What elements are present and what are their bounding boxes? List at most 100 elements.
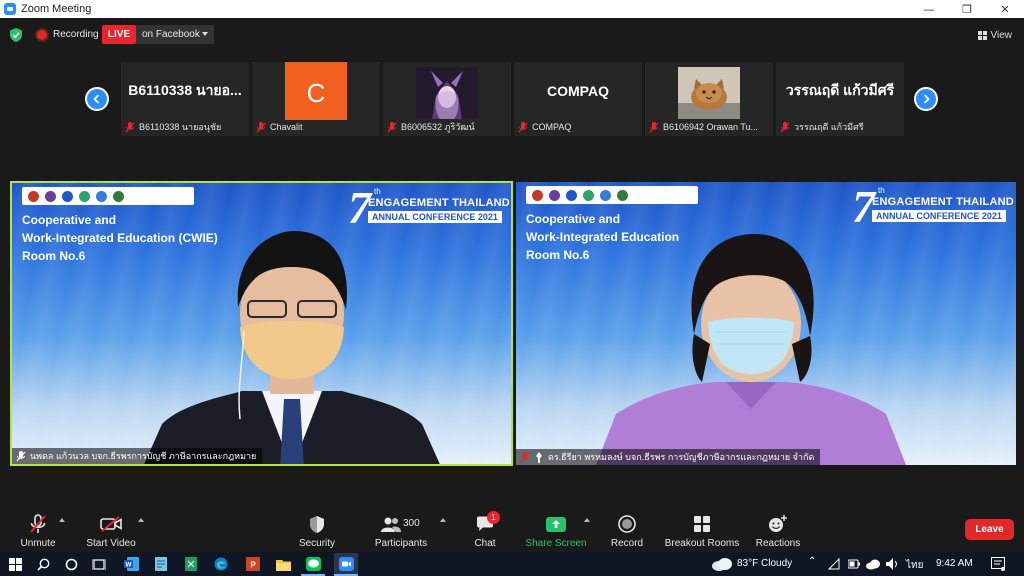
conference-title: ENGAGEMENT THAILAND [872, 196, 1014, 208]
onedrive-cloud-icon[interactable] [866, 558, 880, 570]
powerpoint-icon[interactable]: P [244, 555, 262, 573]
edge-browser-icon[interactable] [212, 555, 230, 573]
share-options-caret-icon[interactable] [584, 518, 590, 522]
notification-center-icon[interactable] [991, 557, 1005, 571]
participant-display: C [252, 62, 380, 120]
notes-app-icon[interactable] [152, 555, 170, 573]
excel-icon[interactable] [182, 555, 200, 573]
participants-button[interactable]: 300 Participants [372, 508, 430, 552]
line-app-icon[interactable] [304, 555, 322, 573]
task-view-icon[interactable] [90, 555, 108, 573]
participant-thumbnail[interactable]: B6106942 Orawan Tu... [645, 62, 773, 136]
mic-muted-icon [16, 450, 26, 461]
view-button[interactable]: View [977, 27, 1012, 43]
participant-thumbnail[interactable]: C Chavalit [252, 62, 380, 136]
participant-label: วรรณฤดี แก้วมีศรี [780, 120, 864, 134]
participant-name: Chavalit [270, 122, 303, 132]
battery-icon[interactable] [848, 559, 860, 569]
live-stream-dropdown[interactable]: on Facebook [136, 25, 214, 44]
grid-icon [977, 30, 987, 40]
participant-label: B6106942 Orawan Tu... [649, 120, 758, 134]
video-off-icon [100, 513, 122, 535]
logo-icon [62, 190, 73, 202]
meeting-toolbar: Unmute Start Video Security 300 Particip… [0, 508, 1024, 552]
shield-icon [306, 513, 328, 535]
smiley-add-icon [767, 513, 789, 535]
participant-label: Chavalit [256, 120, 303, 134]
participant-thumbnail[interactable]: วรรณฤดี แก้วมีศรี วรรณฤดี แก้วมีศรี [776, 62, 904, 136]
windows-start-icon[interactable] [6, 555, 24, 573]
clock-time[interactable]: 9:42 AM [936, 558, 973, 569]
next-page-button[interactable] [914, 87, 938, 111]
search-icon[interactable] [34, 555, 52, 573]
record-button[interactable]: Record [608, 508, 646, 552]
logo-icon [617, 189, 628, 201]
chat-unread-badge: 1 [487, 511, 500, 524]
participant-label: COMPAQ [518, 120, 571, 134]
chat-button[interactable]: 1 Chat [470, 508, 500, 552]
security-button[interactable]: Security [296, 508, 338, 552]
logo-icon [113, 190, 124, 202]
conference-subtitle: ANNUAL CONFERENCE 2021 [872, 210, 1006, 222]
speaker-video [144, 231, 440, 464]
conference-title: ENGAGEMENT THAILAND [368, 197, 510, 209]
reactions-button[interactable]: Reactions [754, 508, 802, 552]
file-explorer-icon[interactable] [274, 555, 292, 573]
weather-text[interactable]: 83°F Cloudy [737, 558, 792, 569]
volume-icon[interactable] [886, 558, 899, 570]
video-tile-active-speaker[interactable]: 7 th ENGAGEMENT THAILAND ANNUAL CONFEREN… [10, 181, 513, 466]
cloud-icon [712, 558, 732, 571]
share-screen-label: Share Screen [525, 538, 587, 549]
breakout-rooms-icon [691, 513, 713, 535]
avatar [416, 67, 478, 119]
conference-number-suffix: th [878, 186, 885, 195]
breakout-rooms-label: Breakout Rooms [664, 538, 740, 549]
start-video-button[interactable]: Start Video [84, 508, 138, 552]
participant-name-bar: ดร.ธีรียา พรหมลงษ์ บจก.ธีรพร การบัญชีภาษ… [516, 449, 821, 465]
stream-target-label: on Facebook [142, 29, 200, 40]
previous-page-button[interactable] [85, 87, 109, 111]
maximize-button[interactable]: ❐ [948, 0, 986, 18]
leave-button[interactable]: Leave [965, 519, 1014, 540]
participant-name: B6110338 นายอนุชัย [139, 122, 222, 132]
breakout-rooms-button[interactable]: Breakout Rooms [664, 508, 740, 552]
participants-options-caret-icon[interactable] [440, 518, 446, 522]
network-icon[interactable] [828, 558, 840, 570]
reactions-label: Reactions [755, 538, 801, 549]
chevron-up-icon[interactable]: ⌃ [808, 556, 816, 567]
video-options-caret-icon[interactable] [138, 518, 144, 522]
shield-check-icon[interactable] [10, 28, 22, 42]
security-label: Security [298, 538, 336, 549]
zoom-taskbar-icon[interactable] [334, 553, 358, 575]
input-language[interactable]: ไทย [906, 558, 923, 573]
recording-label[interactable]: Recording [53, 29, 99, 40]
participant-thumbnail[interactable]: COMPAQ COMPAQ [514, 62, 642, 136]
speaker-name: ดร.ธีรียา พรหมลงษ์ บจก.ธีรพร การบัญชีภาษ… [548, 452, 815, 462]
speaker-name: นพดล แก้วนวล บจก.ธีรพรการบัญชี ภาษีอากรแ… [30, 451, 257, 461]
chat-icon: 1 [474, 511, 500, 535]
cortana-icon[interactable] [62, 555, 80, 573]
conference-number-suffix: th [374, 187, 381, 196]
logo-icon [600, 189, 611, 201]
participant-name: วรรณฤดี แก้วมีศรี [794, 122, 864, 132]
audio-options-caret-icon[interactable] [59, 518, 65, 522]
share-screen-button[interactable]: Share Screen [525, 508, 587, 552]
logo-icon [532, 189, 543, 201]
mic-muted-icon [125, 121, 135, 132]
speaker-video [596, 234, 906, 465]
record-label: Record [610, 538, 644, 549]
logo-icon [28, 190, 39, 202]
zoom-meeting-window: Zoom Meeting — ❐ ✕ Recording LIVE on Fac… [0, 0, 1024, 576]
participant-display [383, 62, 511, 120]
participant-thumbnail[interactable]: B6006532 ภูริวัฒน์ [383, 62, 511, 136]
participant-thumbnail[interactable]: B6110338 นายอ... B6110338 นายอนุชัย [121, 62, 249, 136]
unmute-button[interactable]: Unmute [17, 508, 59, 552]
video-tile[interactable]: 7 th ENGAGEMENT THAILAND ANNUAL CONFEREN… [516, 182, 1016, 465]
participant-name-bar: นพดล แก้วนวล บจก.ธีรพรการบัญชี ภาษีอากรแ… [12, 448, 263, 464]
mic-muted-icon [649, 121, 659, 132]
close-button[interactable]: ✕ [986, 0, 1024, 18]
mic-muted-icon [27, 513, 49, 535]
minimize-button[interactable]: — [910, 0, 948, 18]
chat-label: Chat [474, 538, 496, 549]
word-icon[interactable]: W [122, 555, 140, 573]
